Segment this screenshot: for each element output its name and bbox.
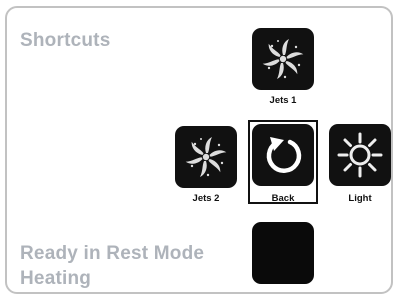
jets2-button[interactable] (175, 126, 237, 188)
back-label: Back (271, 193, 295, 204)
status-line-1: Ready in Rest Mode (20, 243, 205, 264)
jets1-label: Jets 1 (269, 95, 297, 106)
jets1-button[interactable] (252, 28, 314, 90)
light-button[interactable] (329, 124, 391, 186)
light-label: Light (348, 193, 372, 204)
status-line-2: Heating (20, 268, 92, 289)
sun-icon (337, 132, 383, 178)
blank-tile[interactable] (252, 222, 314, 284)
jets-icon (262, 39, 304, 79)
back-arrow-icon (266, 137, 302, 173)
panel-title: Shortcuts (20, 30, 111, 51)
jets2-label: Jets 2 (192, 193, 220, 204)
back-button[interactable] (252, 124, 314, 186)
jets-icon (185, 137, 227, 177)
